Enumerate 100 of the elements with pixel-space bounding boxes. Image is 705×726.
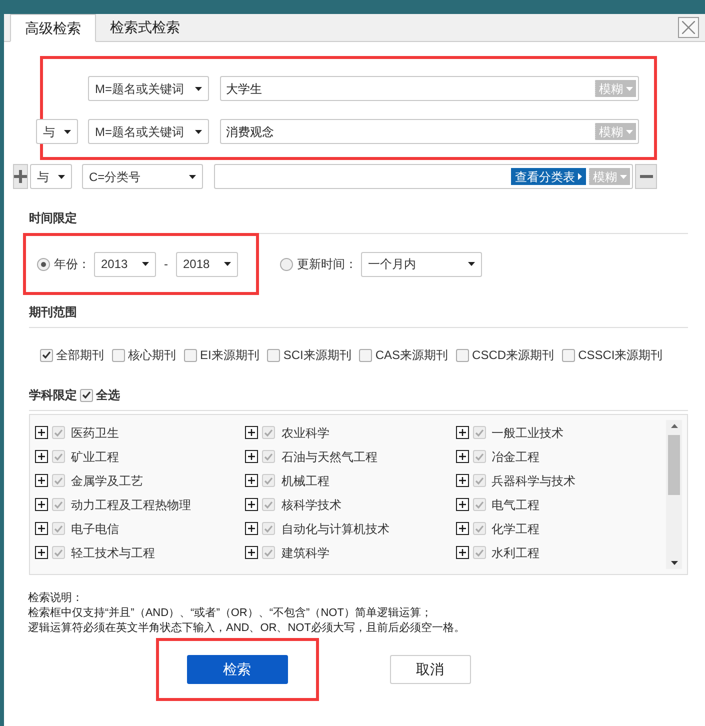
checkbox[interactable] bbox=[472, 474, 486, 487]
subject-option[interactable]: 一般工业技术 bbox=[492, 424, 564, 442]
tab[interactable]: 检索式检索 bbox=[96, 13, 194, 41]
checkbox[interactable] bbox=[52, 474, 65, 487]
subject-option[interactable]: 核科学技术 bbox=[281, 496, 342, 514]
close-button[interactable] bbox=[678, 17, 699, 38]
expand-button[interactable] bbox=[35, 522, 48, 535]
subject-option[interactable]: 动力工程及工程热物理 bbox=[71, 496, 191, 514]
journal-option[interactable]: CSCD来源期刊 bbox=[472, 346, 554, 364]
checkbox[interactable] bbox=[262, 522, 276, 535]
expand-button[interactable] bbox=[245, 522, 258, 535]
subject-option[interactable]: 农业科学 bbox=[281, 424, 330, 442]
checkbox[interactable] bbox=[562, 348, 576, 362]
checkbox[interactable] bbox=[262, 546, 276, 559]
search-input[interactable]: 查看分类表 模糊 bbox=[214, 164, 633, 189]
logic-dropdown[interactable]: 与 bbox=[30, 164, 72, 189]
expand-button[interactable] bbox=[456, 450, 469, 463]
subject-option[interactable]: 矿业工程 bbox=[71, 448, 119, 466]
checkbox[interactable] bbox=[262, 450, 276, 463]
logic-dropdown[interactable]: 与 bbox=[36, 119, 78, 144]
journal-option[interactable]: SCI来源期刊 bbox=[283, 346, 352, 364]
checkbox[interactable] bbox=[262, 474, 276, 487]
scroll-down-icon[interactable] bbox=[670, 561, 678, 565]
checkbox[interactable] bbox=[472, 546, 486, 559]
expand-button[interactable] bbox=[456, 546, 469, 559]
plus-icon bbox=[458, 477, 466, 484]
add-button[interactable] bbox=[13, 164, 28, 189]
caret-right-icon bbox=[578, 173, 582, 180]
subject-option[interactable]: 自动化与计算机技术 bbox=[281, 520, 390, 538]
subject-option[interactable]: 医药卫生 bbox=[71, 424, 119, 442]
checkbox[interactable] bbox=[52, 450, 65, 463]
checkbox[interactable] bbox=[267, 348, 280, 362]
expand-button[interactable] bbox=[35, 498, 48, 511]
checkbox[interactable] bbox=[472, 450, 486, 463]
subject-option[interactable]: 冶金工程 bbox=[492, 448, 540, 466]
checkbox[interactable] bbox=[184, 348, 197, 362]
subject-option[interactable]: 金属学及工艺 bbox=[71, 472, 143, 490]
radio-button[interactable] bbox=[37, 258, 50, 270]
checkbox[interactable] bbox=[262, 498, 276, 511]
tab[interactable]: 高级检索 bbox=[10, 14, 96, 42]
subject-option[interactable]: 水利工程 bbox=[492, 544, 540, 562]
expand-button[interactable] bbox=[35, 426, 48, 439]
checkbox[interactable] bbox=[52, 546, 65, 559]
year-from-dropdown[interactable]: 2013 bbox=[94, 252, 156, 276]
expand-button[interactable] bbox=[456, 474, 469, 487]
search-input[interactable]: 大学生 模糊 bbox=[220, 76, 639, 101]
checkbox[interactable] bbox=[52, 522, 65, 535]
expand-button[interactable] bbox=[35, 546, 48, 559]
caret-icon bbox=[224, 262, 231, 266]
select-all-label[interactable]: 全选 bbox=[96, 386, 120, 404]
subject-option[interactable]: 石油与天然气工程 bbox=[281, 448, 378, 466]
subject-option[interactable]: 轻工技术与工程 bbox=[71, 544, 155, 562]
subject-option[interactable]: 建筑科学 bbox=[281, 544, 330, 562]
expand-button[interactable] bbox=[456, 522, 469, 535]
checkbox[interactable] bbox=[40, 348, 53, 362]
subject-option[interactable]: 电气工程 bbox=[492, 496, 540, 514]
expand-button[interactable] bbox=[456, 498, 469, 511]
expand-button[interactable] bbox=[245, 426, 258, 439]
checkbox[interactable] bbox=[472, 498, 486, 511]
field-dropdown[interactable]: C=分类号 bbox=[82, 164, 203, 189]
journal-option[interactable]: 全部期刊 bbox=[56, 346, 104, 364]
expand-button[interactable] bbox=[456, 426, 469, 439]
search-input[interactable]: 消费观念 模糊 bbox=[220, 119, 639, 144]
journal-option[interactable]: 核心期刊 bbox=[128, 346, 176, 364]
expand-button[interactable] bbox=[245, 546, 258, 559]
expand-button[interactable] bbox=[35, 450, 48, 463]
subject-option[interactable]: 化学工程 bbox=[492, 520, 540, 538]
checkbox[interactable] bbox=[456, 348, 470, 362]
journal-option[interactable]: EI来源期刊 bbox=[200, 346, 260, 364]
journal-option[interactable]: CSSCI来源期刊 bbox=[578, 346, 663, 364]
checkbox[interactable] bbox=[262, 426, 276, 439]
radio-button[interactable] bbox=[280, 258, 293, 270]
caret-icon bbox=[142, 262, 149, 266]
expand-button[interactable] bbox=[35, 474, 48, 487]
classification-link[interactable]: 查看分类表 bbox=[511, 168, 586, 185]
subject-option[interactable]: 兵器科学与技术 bbox=[492, 472, 576, 490]
checkbox[interactable] bbox=[472, 522, 486, 535]
checkbox[interactable] bbox=[359, 348, 372, 362]
year-to-dropdown[interactable]: 2018 bbox=[176, 252, 238, 276]
remove-button[interactable] bbox=[635, 164, 657, 189]
scrollbar[interactable] bbox=[666, 420, 682, 569]
cancel-button[interactable]: 取消 bbox=[390, 655, 470, 684]
checkbox[interactable] bbox=[80, 388, 93, 402]
field-dropdown[interactable]: M=题名或关键词 bbox=[88, 119, 209, 144]
checkbox[interactable] bbox=[472, 426, 486, 439]
update-time-dropdown[interactable]: 一个月内 bbox=[361, 252, 482, 276]
field-dropdown[interactable]: M=题名或关键词 bbox=[88, 76, 209, 101]
checkbox[interactable] bbox=[52, 498, 65, 511]
expand-button[interactable] bbox=[245, 498, 258, 511]
checkbox[interactable] bbox=[52, 426, 65, 439]
scroll-up-icon[interactable] bbox=[670, 424, 678, 428]
search-button[interactable]: 检索 bbox=[186, 655, 288, 684]
expand-button[interactable] bbox=[245, 450, 258, 463]
section-title: 时间限定 bbox=[29, 210, 77, 227]
subject-option[interactable]: 机械工程 bbox=[281, 472, 330, 490]
journal-option[interactable]: CAS来源期刊 bbox=[375, 346, 448, 364]
expand-button[interactable] bbox=[245, 474, 258, 487]
subject-option[interactable]: 电子电信 bbox=[71, 520, 119, 538]
section-title: 期刊范围 bbox=[29, 304, 77, 321]
checkbox[interactable] bbox=[112, 348, 125, 362]
